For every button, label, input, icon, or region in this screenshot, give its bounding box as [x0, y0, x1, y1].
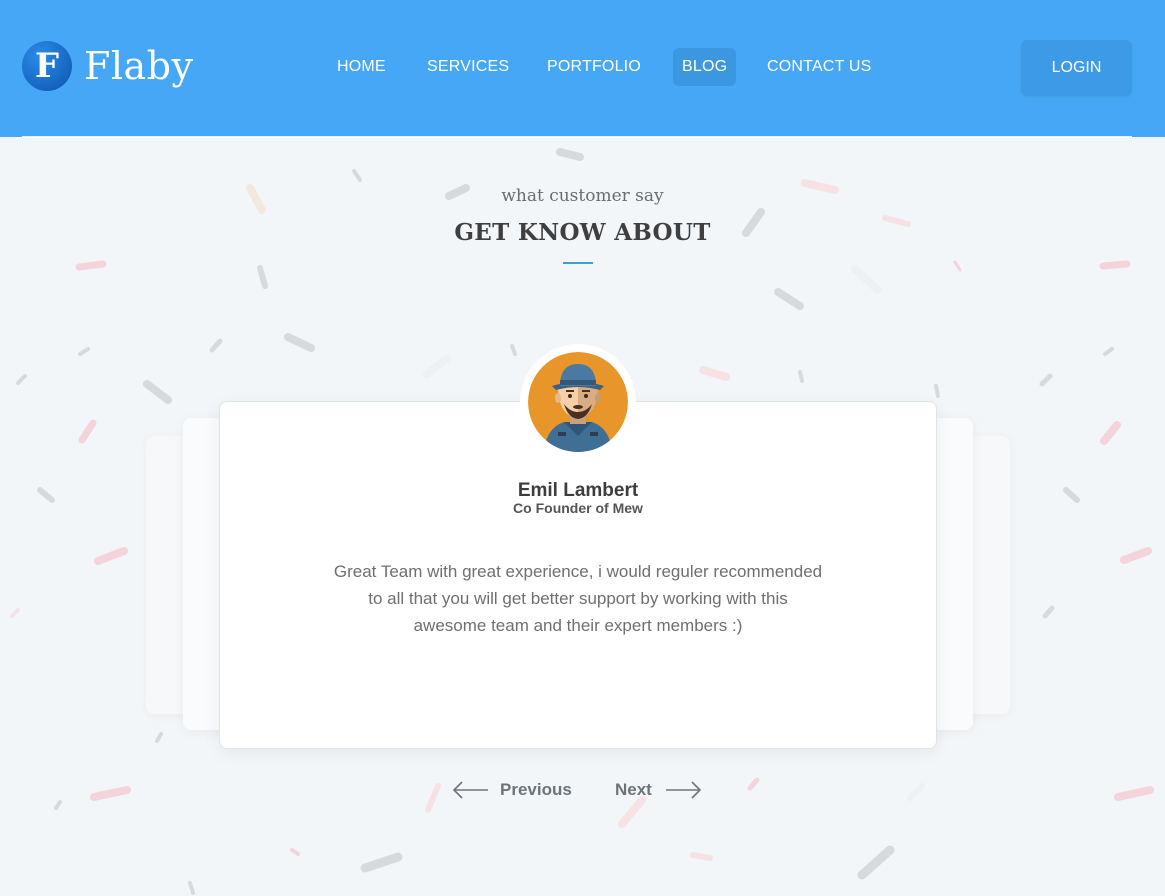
- nav-portfolio[interactable]: PORTFOLIO: [538, 48, 650, 86]
- user-avatar-icon: [528, 352, 628, 452]
- testimonial-quote: Great Team with great experience, i woul…: [298, 558, 858, 639]
- arrow-left-icon: [452, 781, 488, 799]
- previous-label: Previous: [500, 780, 572, 799]
- nav-contact-us[interactable]: CONTACT US: [758, 48, 881, 86]
- nav-services[interactable]: SERVICES: [418, 48, 518, 86]
- next-button[interactable]: Next: [615, 776, 702, 804]
- title-underline: [563, 262, 593, 264]
- quote-line: awesome team and their expert members :): [413, 616, 743, 635]
- person-role: Co Founder of Mew: [513, 500, 643, 516]
- previous-button[interactable]: Previous: [452, 776, 572, 804]
- section-eyebrow: what customer say: [501, 186, 664, 206]
- next-label: Next: [615, 780, 652, 799]
- nav-home[interactable]: HOME: [328, 48, 395, 86]
- quote-line: Great Team with great experience, i woul…: [333, 562, 823, 581]
- login-button[interactable]: LOGIN: [1021, 40, 1132, 96]
- section-title: GET KNOW ABOUT: [454, 219, 711, 246]
- person-name: Emil Lambert: [517, 480, 639, 501]
- quote-line: to all that you will get better support …: [368, 589, 788, 608]
- arrow-right-icon: [665, 781, 701, 799]
- nav-blog[interactable]: BLOG: [673, 48, 737, 86]
- main-nav: HOME SERVICES PORTFOLIO BLOG CONTACT US: [0, 48, 1165, 86]
- header-divider: [22, 136, 1132, 138]
